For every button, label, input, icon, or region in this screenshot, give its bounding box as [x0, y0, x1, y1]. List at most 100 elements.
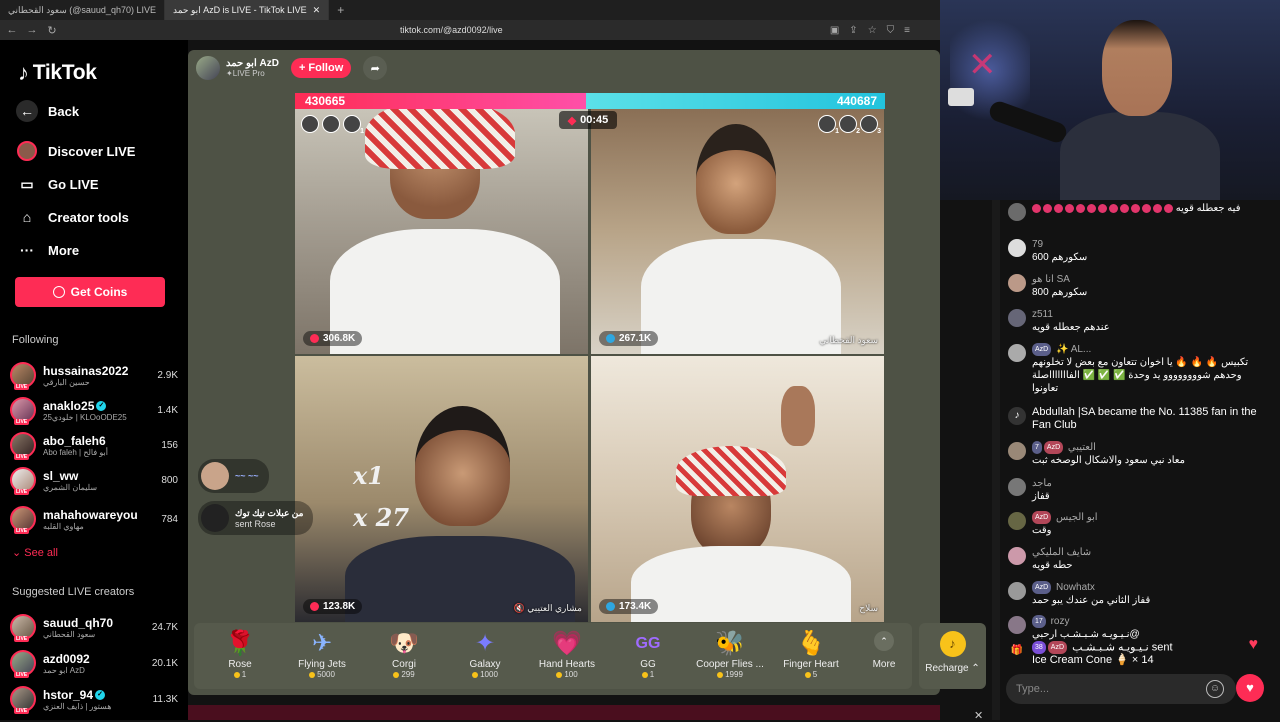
chat-user[interactable]: ابو الجيس — [1056, 512, 1098, 523]
gift-hand-hearts[interactable]: 💗 Hand Hearts 100 — [527, 629, 607, 679]
chat-input[interactable]: Type... — [1006, 674, 1236, 704]
avatar[interactable] — [1008, 512, 1026, 530]
chat-user[interactable]: Nowhatx — [1056, 582, 1095, 593]
extension-icon[interactable]: ▣ — [830, 25, 839, 36]
browser-tab-1[interactable]: سعود القحطاني (@sauud_qh70) LIVE — [0, 0, 165, 20]
gifter-avatar — [201, 504, 229, 532]
avatar[interactable] — [1008, 344, 1026, 362]
host-avatar[interactable] — [196, 56, 220, 80]
gift-finger-heart[interactable]: 🫰 Finger Heart 5 — [771, 629, 851, 679]
bookmark-icon[interactable]: ☆ — [868, 25, 877, 36]
nav-back[interactable]: ← Back — [16, 100, 79, 122]
supporter-avatar[interactable]: 1 — [343, 115, 364, 135]
supporter-avatar[interactable] — [322, 115, 340, 133]
reload-icon[interactable]: ↻ — [44, 24, 60, 37]
following-account[interactable]: LIVE sl_ww سليمان الشمري 800 — [10, 464, 178, 496]
gift-price-row: 1000 — [445, 670, 525, 679]
avatar[interactable] — [1008, 309, 1026, 327]
supporter-avatar[interactable]: 1 — [818, 115, 839, 135]
stream-tile-2[interactable]: 1 2 3 267.1K سعود القحطاني — [591, 109, 884, 354]
new-tab-button[interactable]: + — [329, 3, 352, 17]
person — [696, 124, 776, 234]
chat-user[interactable]: العتيبي — [1068, 442, 1096, 453]
stream-tile-3[interactable]: 123.8K 🔇 مشاري العتيبي — [295, 356, 588, 622]
suggested-account[interactable]: LIVE azd0092 ابو حمد AzD 20.1K — [10, 647, 178, 679]
avatar: LIVE — [10, 614, 36, 642]
creator-tools-icon: ⌂ — [22, 209, 32, 225]
dot — [1043, 203, 1052, 213]
live-badge: LIVE — [14, 489, 30, 495]
supporter-avatar[interactable]: 3 — [860, 115, 881, 135]
host-name[interactable]: ابو حمد AzD — [226, 58, 279, 69]
nav-more[interactable]: ··· More — [16, 239, 79, 261]
recharge-button[interactable]: ♪ Recharge ⌃ — [919, 623, 986, 689]
share-icon[interactable]: ⇪ — [849, 25, 857, 36]
avatar[interactable] — [1008, 442, 1026, 460]
avatar[interactable] — [1008, 203, 1026, 221]
dot — [1032, 203, 1041, 213]
avatar[interactable] — [1008, 547, 1026, 565]
chat-panel: فيه جعطله قويه 79 سكورهم 600 انا هو SA سكو… — [1000, 200, 1280, 720]
chat-user[interactable]: z511 — [1032, 308, 1110, 321]
nav-discover-live[interactable]: Discover LIVE — [16, 140, 135, 162]
more-gifts-button[interactable]: ⌃ More — [854, 631, 914, 670]
avatar[interactable] — [1008, 274, 1026, 292]
like-heart-button[interactable]: ♥ — [1236, 674, 1264, 702]
account-sub: Abo faleh | أبو فالح — [43, 447, 108, 457]
chat-user[interactable]: rozy — [1051, 616, 1070, 627]
chat-message: 7 AzD العتيبي معاد نبي سعود والاشكال الوصخ… — [1008, 441, 1266, 467]
following-account[interactable]: LIVE hussainas2022 حسين البارقي 2.9K — [10, 359, 178, 391]
logo-text: TikTok — [32, 61, 97, 84]
close-icon[interactable]: ✕ — [974, 709, 983, 722]
gift-cooper-flies[interactable]: 🐝 Cooper Flies ... 1999 — [690, 629, 770, 679]
gift-rose[interactable]: 🌹 Rose 1 — [200, 629, 280, 679]
avatar[interactable] — [1008, 478, 1026, 496]
chat-message: AzD ✨ AL... تكبيس 🔥 🔥 🔥 يا اخوان تتعاون م… — [1008, 343, 1266, 395]
tiktok-logo[interactable]: ♪ TikTok — [18, 60, 97, 86]
nav-creator-tools[interactable]: ⌂ Creator tools — [16, 206, 129, 228]
see-all-link[interactable]: ⌄ See all — [12, 546, 58, 559]
gift-flying-jets[interactable]: ✈ Flying Jets 5000 — [282, 629, 362, 679]
chat-user[interactable]: AL... — [1071, 344, 1092, 355]
gift-galaxy[interactable]: ✦ Galaxy 1000 — [445, 629, 525, 679]
floating-heart-icon: ♥ — [1248, 636, 1259, 653]
chat-message: انا هو SA سكورهم 800 — [1008, 273, 1266, 299]
suggested-account[interactable]: LIVE sauud_qh70 سعود القحطاني 24.7K — [10, 611, 178, 643]
forward-icon[interactable]: → — [24, 24, 40, 36]
gift-corgi[interactable]: 🐶 Corgi 299 — [364, 629, 444, 679]
following-title: Following — [12, 334, 59, 346]
close-icon[interactable]: ✕ — [313, 5, 321, 16]
stream-tile-4[interactable]: 173.4K سلاح — [591, 356, 884, 622]
following-account[interactable]: LIVE anaklo25 ✓ خلودي25 | KLOoODE25 1.4K — [10, 394, 178, 426]
emoji-icon[interactable]: ☺ — [1206, 680, 1224, 698]
follow-button[interactable]: + Follow — [290, 58, 352, 78]
message-text: تكبيس 🔥 🔥 🔥 يا اخوان تتعاون مع بعض لا تخ… — [1032, 357, 1249, 395]
avatar[interactable] — [1008, 239, 1026, 257]
supporter-avatar[interactable] — [301, 115, 319, 133]
more-label: More — [872, 659, 896, 670]
chat-user[interactable]: 79 — [1032, 238, 1087, 251]
share-icon[interactable]: ➦ — [363, 56, 388, 80]
dot — [1054, 203, 1063, 213]
chat-user[interactable]: ماجد — [1032, 477, 1052, 490]
browser-tab-bar: سعود القحطاني (@sauud_qh70) LIVE ابو حمد… — [0, 0, 940, 20]
following-account[interactable]: LIVE mahahowareyou مهاوي القلبه 784 — [10, 503, 178, 535]
gift-gg[interactable]: GG GG 1 — [608, 629, 688, 679]
live-avatar-icon — [16, 140, 38, 162]
chat-user[interactable]: انا هو SA — [1032, 273, 1087, 286]
gift-name: Corgi — [392, 659, 416, 670]
following-account[interactable]: LIVE abo_faleh6 Abo faleh | أبو فالح 156 — [10, 429, 178, 461]
stream-tile-1[interactable]: 1 306.8K — [295, 109, 588, 354]
browser-tab-2[interactable]: ابو حمد AzD is LIVE - TikTok LIVE ✕ — [164, 0, 330, 20]
url-field[interactable]: tiktok.com/@azd0092/live — [400, 25, 503, 35]
avatar[interactable] — [1008, 582, 1026, 600]
suggested-account[interactable]: LIVE hstor_94 ✓ هستور | ذايف العنزي 11.3K — [10, 683, 178, 715]
avatar[interactable] — [1008, 616, 1026, 634]
get-coins-button[interactable]: Get Coins — [15, 277, 165, 307]
supporter-avatar[interactable]: 2 — [839, 115, 860, 135]
chat-user[interactable]: شايف المليكي — [1032, 546, 1091, 559]
menu-icon[interactable]: ≡ — [904, 25, 910, 36]
back-icon[interactable]: ← — [4, 24, 20, 36]
nav-go-live[interactable]: ▭ Go LIVE — [16, 173, 98, 195]
shield-icon[interactable]: ⛉ — [887, 25, 895, 36]
